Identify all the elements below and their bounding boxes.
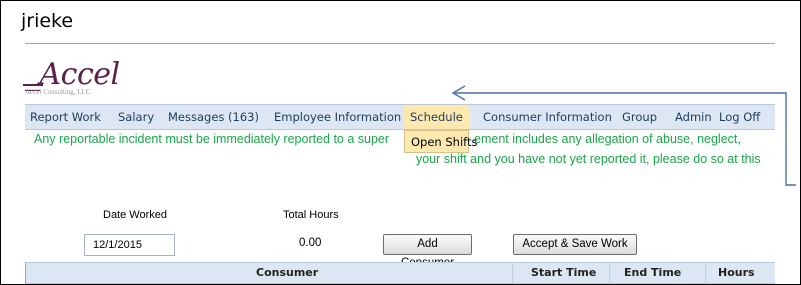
nav-item-employee-information[interactable]: Employee Information: [274, 105, 401, 129]
column-divider: [609, 263, 610, 283]
col-hours[interactable]: Hours: [718, 263, 755, 283]
column-divider: [512, 263, 513, 283]
username-caption: jrieke: [21, 10, 74, 32]
add-consumer-button[interactable]: Add Consumer: [383, 234, 472, 269]
col-start-time[interactable]: Start Time: [531, 263, 596, 283]
column-divider: [705, 263, 706, 283]
nav-item-salary[interactable]: Salary: [118, 105, 154, 129]
date-worked-label: Date Worked: [103, 209, 167, 221]
total-hours-label: Total Hours: [283, 209, 339, 221]
logo-mark: _Accel: [23, 57, 120, 92]
total-hours-value: 0.00: [299, 237, 322, 249]
accept-save-work-button[interactable]: Accept & Save Work: [513, 234, 637, 255]
nav-item-report-work[interactable]: Report Work: [30, 105, 101, 129]
col-consumer[interactable]: Consumer: [256, 263, 318, 283]
screenshot-frame: jrieke _Accel Accel Consulting, LLC Repo…: [0, 0, 801, 285]
nav-item-messages[interactable]: Messages (163): [168, 105, 259, 129]
header-rule: [25, 43, 775, 44]
logo-subtitle: Accel Consulting, LLC: [25, 88, 91, 96]
incident-notice-line1-left: Any reportable incident must be immediat…: [34, 132, 390, 146]
col-end-time[interactable]: End Time: [624, 263, 681, 283]
table-left-border: [25, 262, 26, 284]
accel-logo[interactable]: _Accel Accel Consulting, LLC: [23, 53, 175, 96]
date-worked-input[interactable]: [84, 234, 175, 256]
annotation-arrow-icon: [451, 85, 796, 186]
shifts-table-header: Consumer Start Time End Time Hours: [25, 262, 775, 284]
